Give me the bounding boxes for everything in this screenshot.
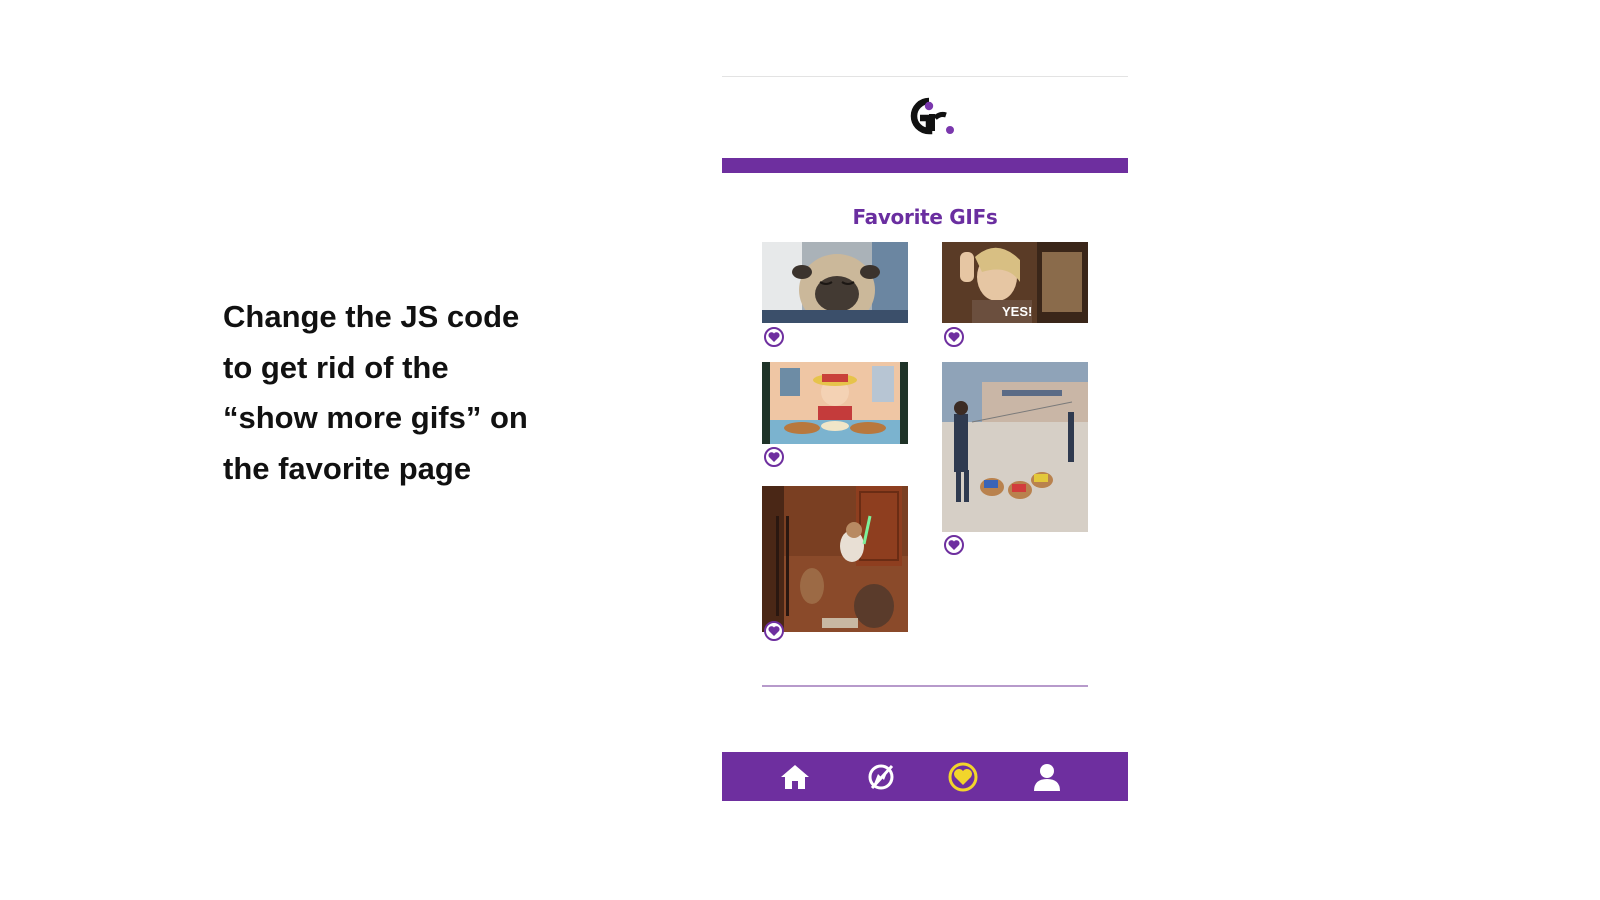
favorite-heart-button[interactable] (943, 326, 965, 348)
nav-favorites-button[interactable] (946, 760, 980, 794)
nav-profile-button[interactable] (1030, 760, 1064, 794)
instruction-text: Change the JS code to get rid of the “sh… (223, 292, 583, 494)
heart-circle-icon (944, 535, 964, 555)
header-bar (722, 158, 1128, 173)
instruction-line: the favorite page (223, 450, 472, 486)
favorite-heart-button[interactable] (943, 534, 965, 556)
gif-item[interactable] (942, 362, 1088, 532)
gifr-logo-icon[interactable] (899, 94, 955, 140)
instruction-line: Change the JS code (223, 299, 520, 334)
gif-item[interactable] (762, 362, 908, 444)
content-divider (762, 685, 1088, 687)
instruction-line: to get rid of the (223, 349, 449, 385)
gif-caption: YES! (1002, 304, 1033, 319)
heart-circle-icon (764, 447, 784, 467)
heart-circle-icon (764, 621, 784, 641)
gif-item[interactable]: YES! (942, 242, 1088, 323)
favorite-heart-button[interactable] (763, 326, 785, 348)
nav-explore-button[interactable] (864, 760, 898, 794)
nav-home-button[interactable] (778, 760, 812, 794)
explore-icon (868, 764, 894, 790)
instruction-line: “show more gifs” on (223, 400, 528, 435)
phone-screen: Favorite GIFs YES! (722, 76, 1128, 801)
user-icon (1034, 764, 1060, 791)
page-title: Favorite GIFs (852, 205, 998, 229)
heart-circle-icon (944, 327, 964, 347)
home-icon (781, 765, 809, 789)
heart-circle-icon (764, 327, 784, 347)
gif-item[interactable] (762, 486, 908, 632)
favorite-heart-button[interactable] (763, 446, 785, 468)
favorite-heart-button[interactable] (763, 620, 785, 642)
top-divider (722, 76, 1128, 77)
bottom-nav (722, 752, 1128, 801)
heart-icon (948, 762, 978, 792)
gif-item[interactable] (762, 242, 908, 323)
